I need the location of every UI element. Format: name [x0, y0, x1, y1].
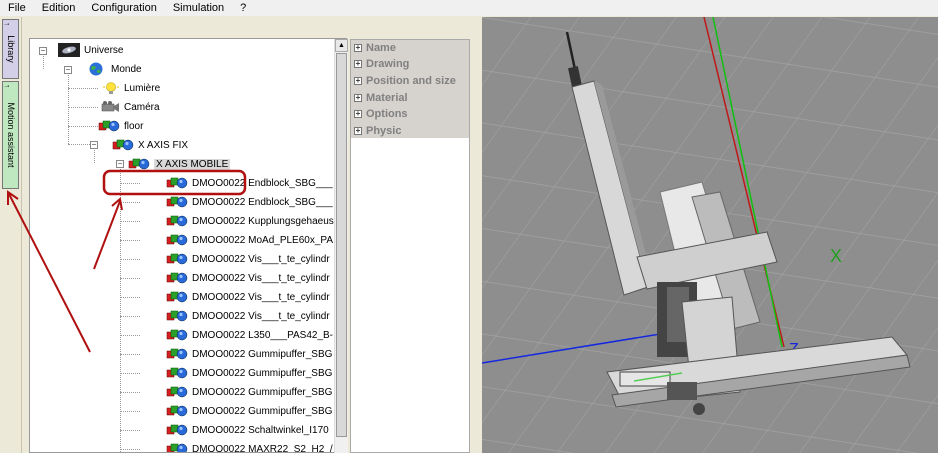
- tree-node-part[interactable]: DMOO0022 Gummipuffer_SBG: [166, 364, 332, 382]
- tree-node-x-axis-fix[interactable]: X AXIS FIX: [112, 136, 188, 154]
- tree-node-part[interactable]: DMOO0022 Vis___t_te_cylindr: [166, 250, 330, 268]
- part-icon: [166, 290, 188, 304]
- menu-configuration[interactable]: Configuration: [83, 0, 164, 16]
- menu-file[interactable]: File: [0, 0, 34, 16]
- part-icon: [166, 328, 188, 342]
- part-icon: [166, 442, 188, 453]
- part-icon: [166, 309, 188, 323]
- collapse-x-axis-mobile-toggle[interactable]: −: [116, 160, 124, 168]
- prop-drawing[interactable]: + Drawing: [354, 56, 409, 72]
- tree-node-lumiere[interactable]: Lumière: [98, 79, 160, 97]
- tree-node-monde[interactable]: Monde: [85, 60, 142, 78]
- scroll-up-arrow-icon[interactable]: ▲: [335, 39, 348, 52]
- tree-node-part[interactable]: DMOO0022 Endblock_SBG___: [166, 193, 333, 211]
- part-icon: [166, 271, 188, 285]
- arrow-up-icon: ↑: [2, 22, 12, 26]
- tree-node-part[interactable]: DMOO0022 Vis___t_te_cylindr: [166, 269, 330, 287]
- part-icon: [166, 366, 188, 380]
- tree-node-part[interactable]: DMOO0022 MoAd_PLE60x_PA: [166, 231, 333, 249]
- part-icon: [128, 157, 150, 171]
- collapse-x-axis-fix-toggle[interactable]: −: [90, 141, 98, 149]
- prop-position-and-size[interactable]: + Position and size: [354, 73, 456, 89]
- part-icon: [166, 176, 188, 190]
- collapse-universe-toggle[interactable]: −: [39, 47, 47, 55]
- expand-icon: +: [354, 109, 362, 118]
- collapse-monde-toggle[interactable]: −: [64, 66, 72, 74]
- library-tab[interactable]: ↑ Library: [2, 19, 19, 79]
- part-icon: [166, 214, 188, 228]
- scene-tree[interactable]: − Universe − Monde Lumière Caméra floor …: [29, 38, 347, 453]
- part-icon: [166, 347, 188, 361]
- tree-node-part[interactable]: DMOO0022 Vis___t_te_cylindr: [166, 288, 330, 306]
- part-icon: [166, 423, 188, 437]
- part-icon: [166, 385, 188, 399]
- galaxy-icon: [58, 43, 80, 57]
- tree-node-camera[interactable]: Caméra: [98, 98, 160, 116]
- tree-node-part[interactable]: DMOO0022 MAXR22_S2_H2_/: [166, 440, 333, 453]
- tree-node-part[interactable]: DMOO0022 Kupplungsgehaeus: [166, 212, 334, 230]
- tree-node-part[interactable]: DMOO0022 Gummipuffer_SBG: [166, 402, 332, 420]
- expand-icon: +: [354, 126, 362, 135]
- tree-node-part[interactable]: DMOO0022 Gummipuffer_SBG: [166, 345, 332, 363]
- tree-node-part[interactable]: DMOO0022 Schaltwinkel_I170: [166, 421, 329, 439]
- part-icon: [166, 233, 188, 247]
- globe-icon: [89, 62, 103, 76]
- camera-icon: [101, 101, 119, 112]
- menu-help[interactable]: ?: [232, 0, 254, 16]
- motion-assistant-tab[interactable]: ↑ Motion assistant: [2, 81, 19, 189]
- 3d-viewport[interactable]: X Z: [482, 17, 938, 453]
- part-icon: [166, 195, 188, 209]
- axis-x-label: X: [830, 246, 842, 266]
- part-icon: [166, 404, 188, 418]
- properties-panel: + Name + Drawing + Position and size + Mater…: [350, 39, 470, 453]
- tree-node-part[interactable]: DMOO0022 L350___PAS42_B-: [166, 326, 333, 344]
- expand-icon: +: [354, 93, 362, 102]
- tree-node-part[interactable]: DMOO0022 Vis___t_te_cylindr: [166, 307, 330, 325]
- prop-physic[interactable]: + Physic: [354, 123, 401, 139]
- light-bulb-icon: [103, 82, 119, 94]
- tree-node-floor[interactable]: floor: [98, 117, 143, 135]
- part-icon: [98, 119, 120, 133]
- tree-node-part[interactable]: DMOO0022 Gummipuffer_SBG: [166, 383, 332, 401]
- menu-simulation[interactable]: Simulation: [165, 0, 232, 16]
- viewport-scene: X Z: [482, 17, 938, 453]
- menu-bar: File Edition Configuration Simulation ?: [0, 0, 938, 16]
- arrow-up-icon: ↑: [2, 84, 12, 88]
- prop-name[interactable]: + Name: [354, 40, 396, 56]
- expand-icon: +: [354, 76, 362, 85]
- part-icon: [166, 252, 188, 266]
- tree-node-part[interactable]: DMOO0022 Endblock_SBG___: [166, 174, 333, 192]
- splitter[interactable]: [472, 17, 482, 453]
- scroll-thumb[interactable]: [336, 53, 347, 437]
- menu-edition[interactable]: Edition: [34, 0, 84, 16]
- tree-node-universe[interactable]: Universe: [58, 41, 123, 59]
- tree-scrollbar[interactable]: ▲: [334, 39, 348, 453]
- side-tab-strip: ↑ Library ↑ Motion assistant: [0, 17, 22, 453]
- part-icon: [112, 138, 134, 152]
- expand-icon: +: [354, 59, 362, 68]
- prop-material[interactable]: + Material: [354, 90, 408, 106]
- prop-options[interactable]: + Options: [354, 106, 408, 122]
- tree-node-x-axis-mobile[interactable]: X AXIS MOBILE: [128, 155, 231, 173]
- expand-icon: +: [354, 43, 362, 52]
